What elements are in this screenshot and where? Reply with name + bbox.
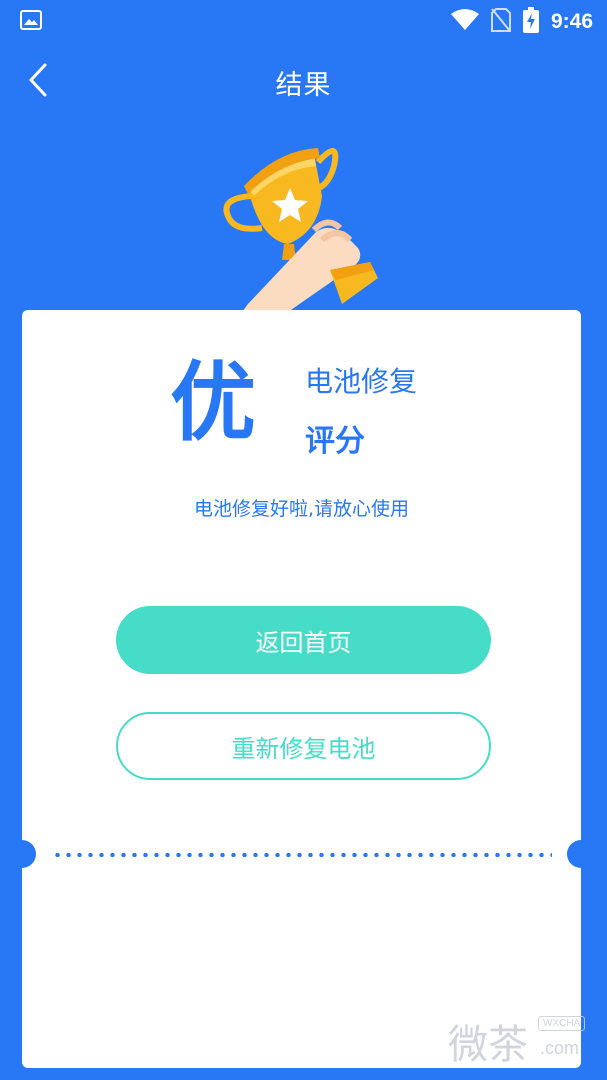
status-bar: 9:46	[0, 0, 607, 44]
dotted-divider	[52, 853, 552, 857]
nav-bar: 结果	[0, 52, 607, 112]
ticket-notch-right	[567, 840, 581, 868]
status-time: 9:46	[550, 10, 593, 33]
grade-label-top: 电池修复	[305, 365, 418, 398]
back-arrow-icon	[28, 63, 48, 101]
watermark-domain: .com	[540, 1038, 580, 1058]
result-message: 电池修复好啦,请放心使用	[193, 498, 410, 520]
battery-charging-icon	[522, 7, 539, 37]
grade-label-bottom: 评分	[305, 424, 365, 459]
ticket-notch-left	[22, 840, 36, 868]
grade-value: 优	[170, 353, 256, 453]
back-button[interactable]	[18, 62, 58, 102]
watermark-tag: WXCHA	[538, 1016, 586, 1031]
result-card: 优 电池修复 评分 电池修复好啦,请放心使用 返回首页 重新修复电池	[22, 310, 581, 1068]
no-sim-icon	[490, 8, 511, 36]
watermark: 微茶 WXCHA .com	[448, 1008, 598, 1068]
trophy-illustration	[218, 136, 388, 312]
page-title: 结果	[275, 69, 332, 101]
watermark-main: 微茶	[448, 1022, 528, 1068]
repair-again-button[interactable]: 重新修复电池	[116, 712, 491, 780]
wifi-icon	[450, 9, 479, 35]
return-home-button[interactable]: 返回首页	[116, 606, 491, 674]
image-icon	[20, 10, 42, 34]
